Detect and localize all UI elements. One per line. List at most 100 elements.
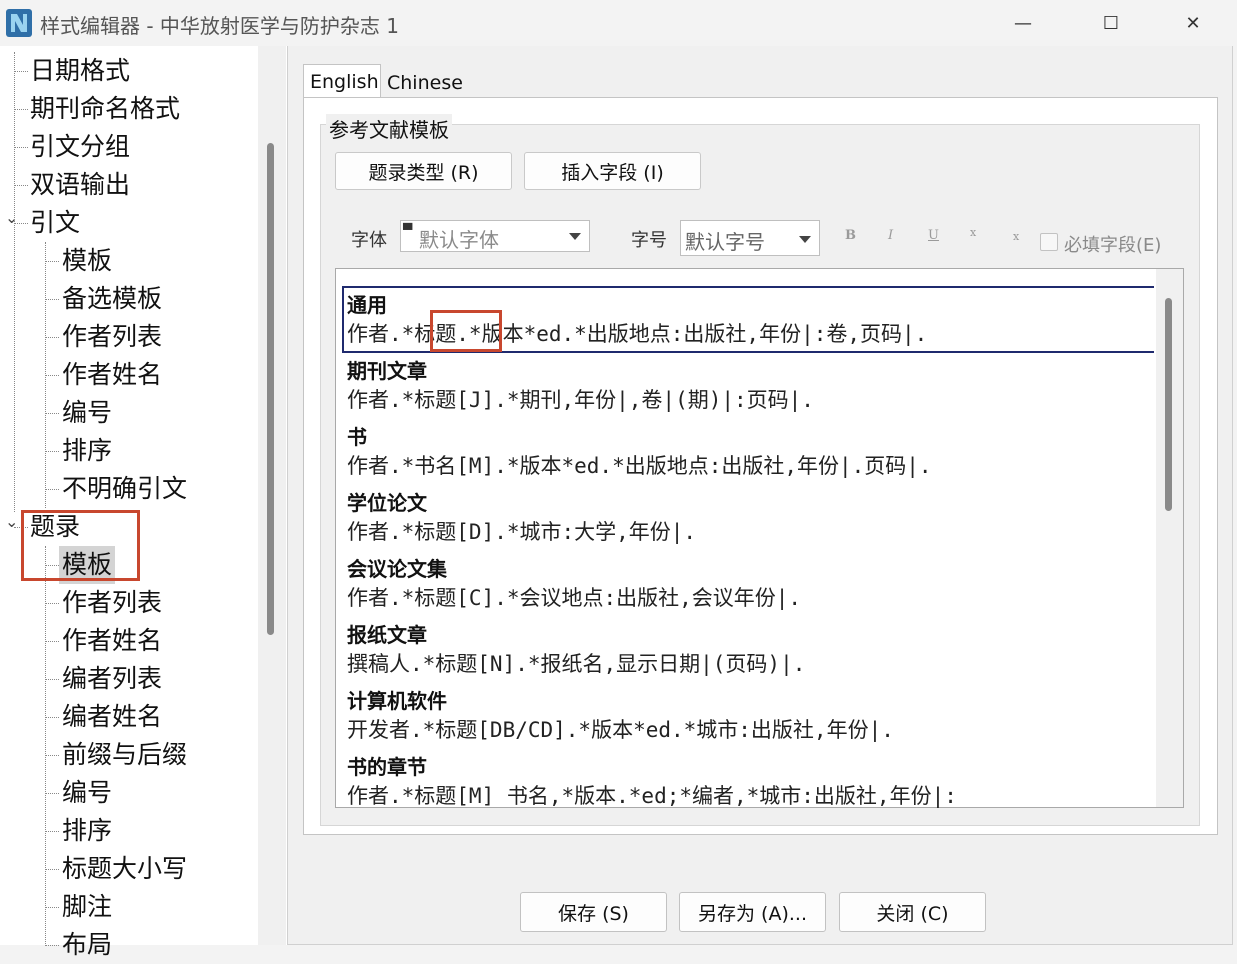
reference-type-button[interactable]: 题录类型 (R) [335,152,512,190]
tree-item[interactable]: 编号 [62,774,112,812]
tree-item[interactable]: 标题大小写 [62,850,187,888]
printer-font-icon: ▀ [403,223,413,237]
underline-button[interactable]: U [928,228,939,243]
tree-connector [45,337,59,338]
tree-connector [14,147,28,148]
annotation-highlight-box [430,310,502,352]
template-entry-name: 会议论文集 [347,557,447,581]
tree-item[interactable]: 备选模板 [62,280,162,318]
close-window-button[interactable]: ✕ [1170,6,1216,40]
tree-item[interactable]: 脚注 [62,888,112,926]
tree-connector [45,299,59,300]
tree-item[interactable]: 模板 [62,242,112,280]
editor-scrollbar-thumb[interactable] [1165,298,1172,511]
tree-item[interactable]: 引文分组 [30,128,130,166]
tree-item[interactable]: 不明确引文 [62,470,187,508]
app-logo-icon [6,9,32,37]
tree-connector [45,603,59,604]
tree-connector [45,413,59,414]
tree-connector [45,907,59,908]
subscript-button[interactable]: x [1013,230,1019,243]
tree-item[interactable]: 引文 [30,204,80,242]
tab-chinese[interactable]: Chinese [381,68,465,98]
font-label: 字体 [351,230,387,251]
tree-connector [45,375,59,376]
tree-connector [45,793,59,794]
tree-connector [45,489,59,490]
tree-guide-line [14,52,15,512]
tree-item[interactable]: 编者列表 [62,660,162,698]
tree-item[interactable]: 期刊命名格式 [30,90,180,128]
close-icon: ✕ [1185,12,1201,34]
tree-connector [45,945,59,946]
template-entry-name: 学位论文 [347,491,427,515]
tab-english[interactable]: English [303,64,381,98]
tree-guide-line [45,546,46,946]
tree-item[interactable]: 作者列表 [62,584,162,622]
tree-item[interactable]: 排序 [62,432,112,470]
tree-item[interactable]: 作者姓名 [62,356,162,394]
template-entry-pattern[interactable]: 作者.*标题[M] 书名,*版本.*ed;*编者,*城市:出版社,年份|: [347,780,957,810]
tree-connector [14,185,28,186]
minimize-button[interactable]: — [1000,6,1046,40]
save-as-button[interactable]: 另存为 (A)... [679,892,826,932]
template-entry-name: 书 [347,425,367,449]
expand-chevron-icon[interactable]: ⌄ [5,208,18,227]
tree-item[interactable]: 排序 [62,812,112,850]
chevron-down-icon [569,233,581,240]
chevron-down-icon [799,236,811,243]
tree-connector [45,261,59,262]
template-entry-name: 书的章节 [347,755,427,779]
tree-connector [45,641,59,642]
save-button[interactable]: 保存 (S) [520,892,667,932]
tree-item[interactable]: 前缀与后缀 [62,736,187,774]
size-select[interactable]: 默认字号 [680,220,820,256]
tree-item[interactable]: 日期格式 [30,52,130,90]
insert-field-button[interactable]: 插入字段 (I) [524,152,701,190]
tree-connector [45,717,59,718]
minimize-icon: — [1014,12,1032,34]
size-label: 字号 [631,230,667,251]
template-entry-pattern[interactable]: 作者.*标题[D].*城市:大学,年份|. [347,516,696,546]
size-select-value: 默认字号 [685,230,765,254]
tree-item[interactable]: 双语输出 [30,166,130,204]
template-entry-name: 通用 [347,293,387,317]
font-select[interactable]: ▀ 默认字体 [400,220,590,252]
tree-connector [45,869,59,870]
tree-item[interactable]: 布局 [62,926,112,964]
tree-connector [45,831,59,832]
style-editor-window: 样式编辑器 - 中华放射医学与防护杂志 1 — ☐ ✕ 日期格式 期刊命名格式 引文… [0,0,1233,959]
tree-item[interactable]: 作者姓名 [62,622,162,660]
template-entry-pattern[interactable]: 作者.*标题[J].*期刊,年份|,卷|(期)|:页码|. [347,384,814,414]
maximize-button[interactable]: ☐ [1088,6,1134,40]
bold-button[interactable]: B [845,228,856,243]
tree-annotation-box [21,510,140,581]
tree-item[interactable]: 作者列表 [62,318,162,356]
template-entry-name: 期刊文章 [347,359,427,383]
tree-connector [14,71,28,72]
template-entry-pattern[interactable]: 开发者.*标题[DB/CD].*版本*ed.*城市:出版社,年份|. [347,714,894,744]
template-entry-name: 报纸文章 [347,623,427,647]
template-entry-pattern[interactable]: 撰稿人.*标题[N].*报纸名,显示日期|(页码)|. [347,648,805,678]
template-entry-name: 计算机软件 [347,689,447,713]
tree-scrollbar-thumb[interactable] [267,143,274,635]
maximize-icon: ☐ [1102,12,1120,34]
template-entry-pattern[interactable]: 作者.*书名[M].*版本*ed.*出版地点:出版社,年份|.页码|. [347,450,932,480]
window-title: 样式编辑器 - 中华放射医学与防护杂志 1 [40,14,400,38]
close-button[interactable]: 关闭 (C) [839,892,986,932]
superscript-button[interactable]: x [970,226,976,239]
tree-connector [14,109,28,110]
required-field-label: 必填字段(E) [1064,235,1162,256]
italic-button[interactable]: I [888,228,893,243]
title-bar: 样式编辑器 - 中华放射医学与防护杂志 1 — ☐ ✕ [0,0,1233,46]
tree-item[interactable]: 编者姓名 [62,698,162,736]
tree-connector [45,451,59,452]
tree-item[interactable]: 编号 [62,394,112,432]
template-entry-pattern[interactable]: 作者.*标题[C].*会议地点:出版社,会议年份|. [347,582,801,612]
group-label: 参考文献模板 [326,114,452,143]
required-field-checkbox[interactable] [1040,233,1058,251]
tree-guide-line [45,242,46,508]
font-select-value: 默认字体 [419,228,499,252]
tree-connector [45,679,59,680]
expand-chevron-icon[interactable]: ⌄ [5,512,18,531]
